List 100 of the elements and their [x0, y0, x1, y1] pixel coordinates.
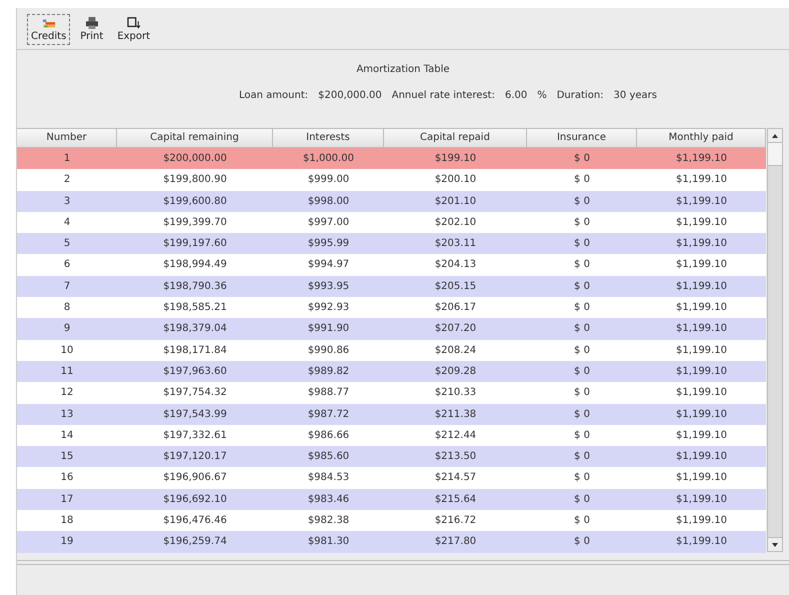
table-cell-text: 19	[60, 535, 74, 550]
table-row[interactable]: 9 $198,379.04 $991.90 $207.20 $ 0 $1,199.10	[17, 318, 766, 340]
table-cell-text: $196,259.74	[162, 535, 228, 550]
table-row[interactable]: 3 $199,600.80 $998.00 $201.10 $ 0 $1,199.10	[17, 190, 766, 212]
table-cell-text: $991.90	[306, 322, 350, 336]
table-cell-text: $ 0	[573, 322, 591, 336]
table-row[interactable]: 8 $198,585.21 $992.93 $206.17 $ 0 $1,199.10	[17, 297, 766, 318]
table-row[interactable]: 16 $196,906.67 $984.53 $214.57 $ 0 $1,199.10	[17, 467, 766, 489]
table-cell-text: 15	[60, 450, 74, 464]
table-cell-text: $986.66	[306, 428, 350, 443]
table-cell-text: $216.72	[434, 514, 478, 528]
table-cell-text: 18	[60, 514, 74, 528]
scroll-up-button[interactable]	[768, 129, 782, 143]
table-cell-text: $211.38	[434, 408, 478, 422]
loan-label: Loan amount:	[239, 90, 308, 101]
table-cell-text: $ 0	[573, 492, 591, 507]
loan-value: $200,000.00	[318, 90, 382, 101]
table-row[interactable]: 12 $197,754.32 $988.77 $210.33 $ 0 $1,199.10	[17, 382, 766, 404]
table-row[interactable]: 15 $197,120.17 $985.60 $213.50 $ 0 $1,199.10	[17, 446, 766, 468]
table-row[interactable]: 17 $196,692.10 $983.46 $215.64 $ 0 $1,199.10	[17, 488, 766, 510]
table-cell-text: $ 0	[573, 450, 591, 464]
table-cell-text: $992.93	[306, 301, 350, 316]
table-row[interactable]: 5 $199,197.60 $995.99 $203.11 $ 0 $1,199.10	[17, 233, 766, 254]
table-cell-text: $984.53	[306, 471, 350, 486]
table-cell-text: $ 0	[573, 152, 591, 166]
scroll-thumb[interactable]	[768, 143, 782, 166]
toolbar-button[interactable]: Export	[113, 14, 154, 44]
table-cell-text: $ 0	[573, 514, 591, 528]
table-cell-text: $988.77	[306, 386, 350, 400]
column-header[interactable]: Monthly paid	[637, 128, 766, 148]
table-cell-text: $208.24	[434, 344, 478, 358]
table-cell-text: 10	[60, 344, 74, 358]
export-icon	[126, 16, 141, 28]
table-cell-text: $ 0	[573, 280, 591, 294]
table-cell-text: $1,199.10	[675, 194, 728, 209]
table-cell-text: 2	[62, 173, 72, 188]
table-cell-text: $ 0	[573, 216, 591, 230]
toolbar-button[interactable]: Credits	[27, 14, 70, 44]
column-header[interactable]: Capital remaining	[117, 128, 273, 148]
table-cell-text: $202.10	[434, 216, 478, 230]
scroll-down-button[interactable]	[768, 537, 782, 551]
column-header[interactable]: Number	[17, 128, 117, 148]
table-cell-text: $210.33	[434, 386, 478, 400]
scrollbar[interactable]	[767, 128, 783, 552]
table-row[interactable]: 2 $199,800.90 $999.00 $200.10 $ 0 $1,199.10	[17, 169, 766, 191]
table-cell-text: $ 0	[573, 173, 591, 188]
table-row[interactable]: 4 $199,399.70 $997.00 $202.10 $ 0 $1,199.10	[17, 212, 766, 234]
table-cell-text: $ 0	[573, 194, 591, 209]
table-cell-text: $1,199.10	[675, 535, 728, 550]
table-cell-text: $198,585.21	[162, 301, 228, 316]
table-cell-text: $993.95	[306, 280, 350, 294]
table-cell-text: 8	[62, 301, 72, 316]
rate-unit: %	[537, 90, 547, 101]
printer-icon	[84, 16, 99, 28]
table-cell-text: 3	[62, 194, 72, 209]
table-cell-text: 14	[60, 428, 74, 443]
table-row[interactable]: 14 $197,332.61 $986.66 $212.44 $ 0 $1,199.10	[17, 424, 766, 446]
table-cell-text: $217.80	[434, 535, 478, 550]
table-cell-text: $207.20	[434, 322, 478, 336]
table-cell-text: $196,476.46	[162, 514, 228, 528]
table-row[interactable]: 10 $198,171.84 $990.86 $208.24 $ 0 $1,199.10	[17, 340, 766, 361]
table-cell-text: $214.57	[434, 471, 478, 486]
table-cell-text: $1,199.10	[675, 237, 728, 252]
table-row[interactable]: 18 $196,476.46 $982.38 $216.72 $ 0 $1,199.10	[17, 510, 766, 532]
duration-value: 30 years	[614, 90, 657, 101]
table-cell-text: $1,199.10	[675, 450, 728, 464]
column-header[interactable]: Interests	[273, 128, 384, 148]
table-row[interactable]: 6 $198,994.49 $994.97 $204.13 $ 0 $1,199.10	[17, 254, 766, 276]
table-cell-text: $1,199.10	[675, 364, 728, 379]
table-cell-text: $ 0	[573, 428, 591, 443]
down-arrow-icon	[772, 542, 778, 546]
column-header[interactable]: Capital repaid	[384, 128, 527, 148]
table-cell-text: $199,800.90	[162, 173, 228, 188]
table-cell-text: $201.10	[434, 194, 478, 209]
table-row[interactable]: 13 $197,543.99 $987.72 $211.38 $ 0 $1,199.10	[17, 404, 766, 425]
table-cell-text: $1,199.10	[675, 322, 728, 336]
table-cell-text: $1,199.10	[675, 514, 728, 528]
table-row[interactable]: 19 $196,259.74 $981.30 $217.80 $ 0 $1,199.10	[17, 531, 766, 553]
table-cell-text: $196,692.10	[162, 492, 228, 507]
table-title: Amortization Table	[356, 64, 450, 75]
table-cell-text: $209.28	[434, 364, 478, 379]
table-cell-text: $203.11	[434, 237, 478, 252]
toolbar-button[interactable]: Print	[76, 14, 108, 44]
table-cell-text: 11	[60, 364, 74, 379]
duration-label: Duration:	[556, 90, 604, 101]
table-row[interactable]: 7 $198,790.36 $993.95 $205.15 $ 0 $1,199.10	[17, 276, 766, 298]
table-cell-text: 13	[60, 408, 74, 422]
table-cell-text: $1,199.10	[675, 216, 728, 230]
table-cell-text: $198,994.49	[162, 258, 228, 272]
column-header[interactable]: Insurance	[527, 128, 637, 148]
table-row[interactable]: 11 $197,963.60 $989.82 $209.28 $ 0 $1,199.10	[17, 360, 766, 382]
table-cell-text: $1,199.10	[675, 492, 728, 507]
table-cell-text: $206.17	[434, 301, 478, 316]
table-cell-text: $ 0	[573, 535, 591, 550]
table-cell-text: $200,000.00	[162, 152, 228, 166]
table-row[interactable]: 1 $200,000.00 $1,000.00 $199.10 $ 0 $1,199.10	[17, 148, 766, 170]
table-cell-text: $199.10	[434, 152, 478, 166]
table-cell-text: $987.72	[306, 408, 350, 422]
table-cell-text: $197,963.60	[162, 364, 228, 379]
table-cell-text: $1,199.10	[675, 301, 728, 316]
